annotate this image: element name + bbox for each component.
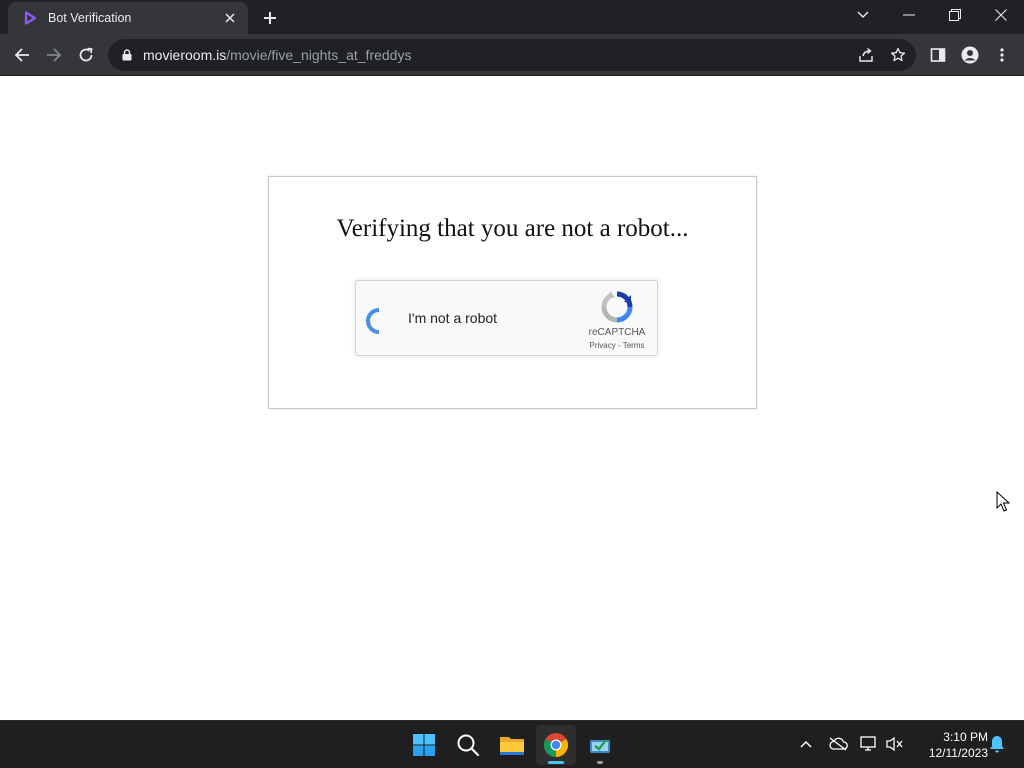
new-tab-button[interactable] bbox=[258, 6, 282, 30]
file-explorer-icon[interactable] bbox=[492, 725, 532, 765]
page-title: Verifying that you are not a robot... bbox=[336, 215, 689, 242]
onedrive-offline-icon[interactable] bbox=[827, 733, 849, 755]
share-icon[interactable] bbox=[856, 45, 876, 65]
side-panel-icon[interactable] bbox=[924, 41, 952, 69]
forward-icon[interactable] bbox=[40, 41, 68, 69]
lock-icon[interactable] bbox=[120, 48, 134, 62]
system-clock[interactable]: 3:10 PM 12/11/2023 bbox=[912, 729, 988, 761]
active-app-indicator bbox=[548, 761, 564, 764]
restore-icon[interactable] bbox=[932, 0, 978, 30]
clock-date: 12/11/2023 bbox=[928, 746, 988, 760]
tab-search-icon[interactable] bbox=[840, 0, 886, 30]
recaptcha-brand-text: reCAPTCHA bbox=[588, 327, 646, 338]
profile-icon[interactable] bbox=[956, 41, 984, 69]
reload-icon[interactable] bbox=[72, 41, 100, 69]
taskbar: 3:10 PM 12/11/2023 bbox=[0, 720, 1024, 768]
url-host: movieroom.is bbox=[143, 47, 227, 63]
menu-kebab-icon[interactable] bbox=[988, 41, 1016, 69]
link-separator: - bbox=[615, 341, 623, 350]
recaptcha-links: Privacy - Terms bbox=[578, 341, 656, 350]
clock-time: 3:10 PM bbox=[943, 730, 988, 744]
url-text: movieroom.is/movie/five_nights_at_freddy… bbox=[143, 47, 411, 63]
browser-tab[interactable]: Bot Verification bbox=[8, 2, 248, 34]
running-app-indicator bbox=[597, 761, 603, 764]
recaptcha-widget: I'm not a robot reCAPTCHA Privacy - Term… bbox=[355, 280, 658, 356]
mouse-cursor-icon bbox=[996, 491, 1010, 512]
play-logo-icon bbox=[22, 10, 38, 26]
start-icon[interactable] bbox=[404, 725, 444, 765]
terms-link[interactable]: Terms bbox=[623, 341, 645, 350]
privacy-link[interactable]: Privacy bbox=[590, 341, 616, 350]
page-content: Verifying that you are not a robot... I'… bbox=[0, 77, 1024, 720]
recaptcha-logo-icon bbox=[601, 291, 633, 323]
back-icon[interactable] bbox=[8, 41, 36, 69]
chrome-icon[interactable] bbox=[536, 725, 576, 765]
url-path: /movie/five_nights_at_freddys bbox=[226, 47, 412, 63]
close-tab-icon[interactable] bbox=[222, 10, 238, 26]
address-bar[interactable]: movieroom.is/movie/five_nights_at_freddy… bbox=[108, 39, 916, 71]
app-icon[interactable] bbox=[580, 725, 620, 765]
network-icon[interactable] bbox=[858, 733, 880, 755]
captcha-checkbox-label[interactable]: I'm not a robot bbox=[408, 310, 497, 326]
search-icon[interactable] bbox=[448, 725, 488, 765]
loading-spinner-icon bbox=[366, 308, 380, 334]
chevron-up-icon[interactable] bbox=[795, 733, 817, 755]
verification-card: Verifying that you are not a robot... I'… bbox=[268, 176, 757, 409]
tab-title: Bot Verification bbox=[48, 11, 132, 25]
tab-strip: Bot Verification bbox=[0, 0, 1024, 34]
volume-muted-icon[interactable] bbox=[884, 733, 906, 755]
minimize-icon[interactable] bbox=[886, 0, 932, 30]
notification-bell-icon[interactable] bbox=[986, 733, 1008, 755]
browser-toolbar: movieroom.is/movie/five_nights_at_freddy… bbox=[0, 34, 1024, 76]
bookmark-star-icon[interactable] bbox=[888, 45, 908, 65]
close-window-icon[interactable] bbox=[978, 0, 1024, 30]
